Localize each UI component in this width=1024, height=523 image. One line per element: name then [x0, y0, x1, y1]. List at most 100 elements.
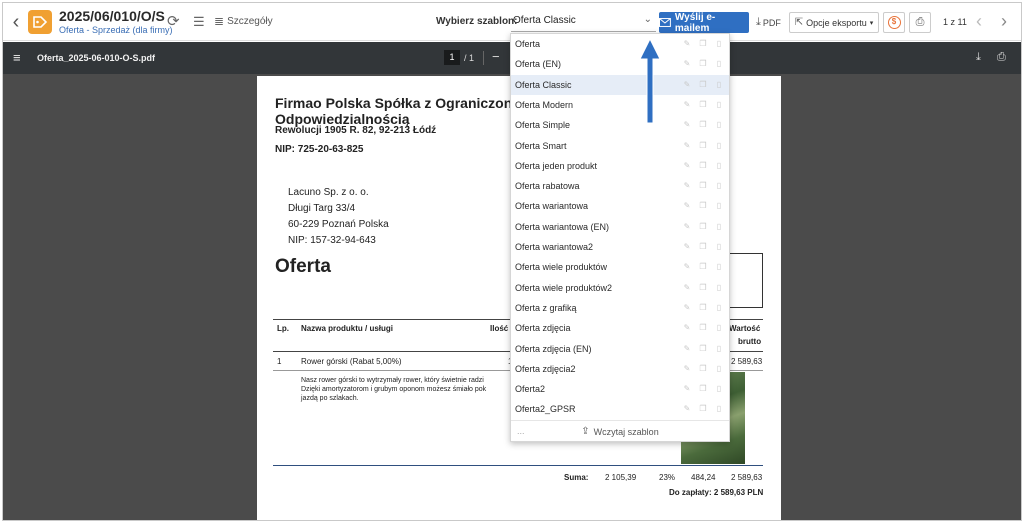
copy-icon[interactable]: ❐ — [699, 303, 707, 313]
copy-icon[interactable]: ❐ — [699, 222, 707, 232]
pdf-page-input[interactable]: 1 — [444, 50, 460, 65]
delete-icon[interactable]: ▯ — [715, 59, 723, 69]
template-option[interactable]: Oferta wiele produktów ✎ ❐ ▯ — [511, 257, 729, 277]
pin-icon[interactable]: ✎ — [683, 100, 691, 110]
previous-record-icon[interactable]: ‹ — [976, 11, 982, 32]
pin-icon[interactable]: ✎ — [683, 323, 691, 333]
list-icon[interactable]: ☰ — [193, 14, 205, 29]
pin-icon[interactable]: ✎ — [683, 161, 691, 171]
template-option[interactable]: Oferta Simple ✎ ❐ ▯ — [511, 115, 729, 135]
template-option[interactable]: Oferta ✎ ❐ ▯ — [511, 34, 729, 54]
template-option[interactable]: Oferta wariantowa (EN) ✎ ❐ ▯ — [511, 217, 729, 237]
template-option[interactable]: Oferta Classic ✎ ❐ ▯ — [511, 74, 729, 95]
delete-icon[interactable]: ▯ — [715, 141, 723, 151]
delete-icon[interactable]: ▯ — [715, 344, 723, 354]
delete-icon[interactable]: ▯ — [715, 283, 723, 293]
template-option[interactable]: Oferta wiele produktów2 ✎ ❐ ▯ — [511, 278, 729, 298]
next-record-icon[interactable]: › — [1001, 11, 1007, 32]
delete-icon[interactable]: ▯ — [715, 161, 723, 171]
copy-icon[interactable]: ❐ — [699, 242, 707, 252]
pin-icon[interactable]: ✎ — [683, 283, 691, 293]
hamburger-menu-icon[interactable]: ≡ — [13, 51, 21, 64]
copy-icon[interactable]: ❐ — [699, 404, 707, 414]
payment-button[interactable]: $ — [883, 12, 905, 33]
template-option[interactable]: Oferta zdjęcia ✎ ❐ ▯ — [511, 318, 729, 338]
delete-icon[interactable]: ▯ — [715, 323, 723, 333]
template-select[interactable]: Oferta Classic ⌄ — [511, 12, 656, 32]
delete-icon[interactable]: ▯ — [715, 364, 723, 374]
copy-icon[interactable]: ❐ — [699, 39, 707, 49]
pin-icon[interactable]: ✎ — [683, 222, 691, 232]
pin-icon[interactable]: ✎ — [683, 404, 691, 414]
pin-icon[interactable]: ✎ — [683, 262, 691, 272]
pin-icon[interactable]: ✎ — [683, 181, 691, 191]
load-template-button[interactable]: ⇪ Wczytaj szablon — [511, 420, 729, 442]
delete-icon[interactable]: ▯ — [715, 242, 723, 252]
copy-icon[interactable]: ❐ — [699, 283, 707, 293]
pin-icon[interactable]: ✎ — [683, 80, 691, 90]
template-option[interactable]: Oferta Modern ✎ ❐ ▯ — [511, 95, 729, 115]
copy-icon[interactable]: ❐ — [699, 59, 707, 69]
copy-icon[interactable]: ❐ — [699, 161, 707, 171]
template-option[interactable]: Oferta2_GPSR ✎ ❐ ▯ — [511, 399, 729, 419]
template-option-actions: ✎ ❐ ▯ — [683, 100, 723, 110]
delete-icon[interactable]: ▯ — [715, 120, 723, 130]
template-option[interactable]: Oferta rabatowa ✎ ❐ ▯ — [511, 176, 729, 196]
client-name: Lacuno Sp. z o. o. — [288, 187, 369, 198]
copy-icon[interactable]: ❐ — [699, 100, 707, 110]
copy-icon[interactable]: ❐ — [699, 262, 707, 272]
delete-icon[interactable]: ▯ — [715, 303, 723, 313]
document-type-link[interactable]: Oferta - Sprzedaż (dla firmy) — [59, 25, 173, 35]
delete-icon[interactable]: ▯ — [715, 201, 723, 211]
template-option[interactable]: Oferta wariantowa ✎ ❐ ▯ — [511, 196, 729, 216]
template-option[interactable]: Oferta zdjęcia (EN) ✎ ❐ ▯ — [511, 339, 729, 359]
pin-icon[interactable]: ✎ — [683, 120, 691, 130]
delete-icon[interactable]: ▯ — [715, 384, 723, 394]
delete-icon[interactable]: ▯ — [715, 80, 723, 90]
template-option[interactable]: Oferta (EN) ✎ ❐ ▯ — [511, 54, 729, 74]
template-option-actions: ✎ ❐ ▯ — [683, 59, 723, 69]
pin-icon[interactable]: ✎ — [683, 141, 691, 151]
delete-icon[interactable]: ▯ — [715, 404, 723, 414]
template-option[interactable]: Oferta Smart ✎ ❐ ▯ — [511, 136, 729, 156]
pin-icon[interactable]: ✎ — [683, 384, 691, 394]
copy-icon[interactable]: ❐ — [699, 323, 707, 333]
template-option[interactable]: Oferta jeden produkt ✎ ❐ ▯ — [511, 156, 729, 176]
back-chevron-icon[interactable]: ‹ — [8, 12, 24, 32]
pin-icon[interactable]: ✎ — [683, 242, 691, 252]
pin-icon[interactable]: ✎ — [683, 201, 691, 211]
delete-icon[interactable]: ▯ — [715, 100, 723, 110]
copy-icon[interactable]: ❐ — [699, 364, 707, 374]
template-option[interactable]: Oferta wariantowa2 ✎ ❐ ▯ — [511, 237, 729, 257]
copy-icon[interactable]: ❐ — [699, 80, 707, 90]
pdf-print-icon[interactable]: ⎙ — [997, 51, 1006, 64]
template-option[interactable]: Oferta2 ✎ ❐ ▯ — [511, 379, 729, 399]
template-option[interactable]: Oferta z grafiką ✎ ❐ ▯ — [511, 298, 729, 318]
copy-icon[interactable]: ❐ — [699, 141, 707, 151]
delete-icon[interactable]: ▯ — [715, 181, 723, 191]
pdf-download-icon[interactable]: ⤓ — [976, 51, 981, 64]
copy-icon[interactable]: ❐ — [699, 384, 707, 394]
delete-icon[interactable]: ▯ — [715, 39, 723, 49]
delete-icon[interactable]: ▯ — [715, 262, 723, 272]
template-option[interactable]: Oferta zdjęcia2 ✎ ❐ ▯ — [511, 359, 729, 379]
print-button[interactable]: ⎙ — [909, 12, 931, 33]
send-email-button[interactable]: Wyślij e-mailem — [659, 12, 749, 34]
template-option-actions: ✎ ❐ ▯ — [683, 384, 723, 394]
pin-icon[interactable]: ✎ — [683, 39, 691, 49]
pin-icon[interactable]: ✎ — [683, 364, 691, 374]
pin-icon[interactable]: ✎ — [683, 59, 691, 69]
pin-icon[interactable]: ✎ — [683, 344, 691, 354]
delete-icon[interactable]: ▯ — [715, 222, 723, 232]
details-button[interactable]: ≣ Szczegóły — [214, 14, 273, 28]
copy-icon[interactable]: ❐ — [699, 201, 707, 211]
zoom-out-icon[interactable]: − — [492, 49, 500, 64]
printer-icon: ⎙ — [915, 16, 925, 28]
copy-icon[interactable]: ❐ — [699, 344, 707, 354]
pdf-button[interactable]: ⤓ PDF — [753, 13, 784, 32]
copy-icon[interactable]: ❐ — [699, 120, 707, 130]
refresh-icon[interactable]: ⟳ — [167, 14, 180, 29]
copy-icon[interactable]: ❐ — [699, 181, 707, 191]
export-options-button[interactable]: ⇱ Opcje eksportu ▾ — [789, 12, 879, 33]
pin-icon[interactable]: ✎ — [683, 303, 691, 313]
